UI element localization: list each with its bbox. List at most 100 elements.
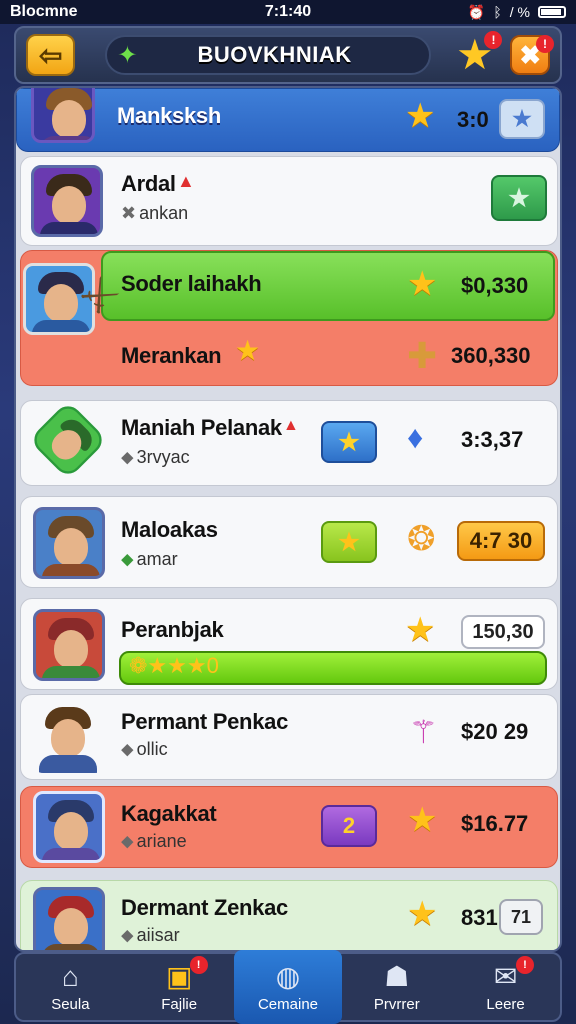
close-button[interactable]: ✖ ! — [510, 35, 554, 75]
rank-up-icon: ▲ — [283, 417, 299, 434]
player-name: Permant Penkac — [121, 709, 288, 734]
list-item[interactable]: Dermant Zenkac ⬥ aiisar ★ 831 71 — [20, 880, 558, 950]
tag-icon: ⬥ — [121, 549, 134, 569]
star-icon: ★ — [407, 801, 438, 839]
star-icon: ★ — [405, 611, 436, 649]
player-tag: ✖ ankan — [121, 203, 188, 224]
mail-icon: ✉ — [493, 960, 518, 992]
player-name: Peranbjak — [121, 617, 224, 642]
tag-icon: ⬥ — [121, 925, 134, 945]
list-item[interactable]: Kagakkat ⬥ ariane 2 ★ $16.77 — [20, 786, 558, 868]
potion-icon: ♦ — [407, 419, 424, 455]
tag-icon: ⬥ — [121, 447, 134, 467]
score-pill: 4:7 30 — [457, 521, 545, 561]
green-star-button[interactable]: ★ — [491, 175, 547, 221]
score: 150,30 — [472, 620, 534, 643]
rank-badge: 2 — [342, 813, 356, 838]
rank-up-icon: ▲ — [177, 171, 195, 191]
favorites-star-button[interactable]: ★ ! — [453, 31, 503, 77]
cross-icon: ✚ — [407, 335, 438, 376]
rank-badge-button[interactable]: 2 — [321, 805, 377, 847]
score: 3:3,37 — [461, 427, 524, 452]
list-item[interactable]: Peranbjak ★ 150,30 ❁★★★0 — [20, 598, 558, 690]
list-item[interactable]: Maloakas ⬥ amar ★ ❂ 4:7 30 — [20, 496, 558, 588]
star-icon: ★ — [338, 428, 360, 456]
player-tag: ⬥ 3rvyac — [121, 447, 190, 468]
tag-label: ariane — [136, 831, 187, 851]
tag-label: ollic — [136, 739, 168, 759]
star-icon: ★ — [407, 895, 438, 933]
star-button[interactable]: ★ — [321, 521, 377, 563]
player-name: Maloakas — [121, 517, 218, 542]
player-tag: ⬥ amar — [121, 549, 178, 570]
player-name: Dermant Zenkac — [121, 895, 288, 920]
player-tag: ⬥ ariane — [121, 831, 187, 852]
player-tag: ⬥ aiisar — [121, 925, 180, 946]
page-title: BUOVKHNIAK — [197, 42, 352, 67]
score-box: 150,30 — [461, 615, 545, 649]
notification-badge: ! — [189, 956, 208, 974]
score-box: 71 — [499, 899, 543, 935]
score: 4:7 30 — [469, 528, 533, 553]
player-name: Soder laihakh — [121, 271, 262, 296]
star-box-icon: ▣ — [165, 960, 193, 992]
arrow-left-icon: ⇦ — [38, 39, 63, 71]
bluetooth-icon: ᛒ — [493, 4, 502, 20]
clock: 7:1:40 — [264, 3, 312, 20]
list-item[interactable]: Maniah Pelanak ▲ ⬥ 3rvyac ★ ♦ 3:3,37 — [20, 400, 558, 486]
nav-fajlie[interactable]: ▣ ! Fajlie — [125, 954, 234, 1020]
score: 831 — [461, 905, 498, 930]
list-item[interactable]: Permant Penkac ⬥ ollic ⚚ $20 29 — [20, 694, 558, 780]
nav-cemaine[interactable]: ◍ Cemaine — [233, 950, 343, 1024]
tag-label: amar — [136, 549, 178, 569]
people-icon: ☗ — [384, 960, 410, 992]
battery-icon — [538, 6, 566, 18]
star-action-button[interactable]: ★ — [499, 99, 545, 139]
player-name: Ardal — [121, 171, 176, 196]
nav-label: Leere — [486, 995, 525, 1013]
avatar — [33, 609, 105, 681]
notification-badge: ! — [484, 31, 503, 49]
star-icon: ★ — [235, 335, 261, 366]
player-name: Kagakkat — [121, 801, 217, 826]
nav-home[interactable]: ⌂ Seula — [16, 954, 125, 1020]
avatar — [28, 400, 108, 480]
avatar — [33, 701, 105, 773]
fox-icon: ❂ — [407, 520, 436, 558]
player-name: Merankan — [121, 343, 222, 368]
back-button[interactable]: ⇦ — [26, 34, 76, 76]
list-item[interactable]: Ardal ▲ ✖ ankan ★ — [20, 156, 558, 246]
bottom-nav: ⌂ Seula ▣ ! Fajlie ◍ Cemaine ☗ Prvrrer ✉… — [14, 950, 562, 1024]
player-name: Maniah Pelanak — [121, 415, 282, 440]
player-tag: ⬥ ollic — [121, 739, 168, 760]
status-bar: Blocmne 7:1:40 ⏰ ᛒ / % — [0, 0, 576, 24]
nav-leere[interactable]: ✉ ! Leere — [451, 954, 560, 1020]
list-item[interactable]: ⚔ Soder laihakh ★ $0,330 Merankan ★ ✚ 36… — [20, 250, 558, 386]
avatar — [31, 165, 103, 237]
wand-icon: ⚚ — [409, 714, 438, 750]
nav-label: Cemaine — [257, 995, 318, 1013]
score-box-value: 71 — [510, 906, 532, 927]
score: $0,330 — [461, 273, 529, 298]
star-icon: ★ — [407, 265, 438, 303]
header-bar: ⇦ ✦ BUOVKHNIAK ★ ! ✖ ! — [14, 26, 562, 84]
tag-label: aiisar — [136, 925, 180, 945]
nav-label: Prvrrer — [373, 995, 420, 1013]
leaderboard-list[interactable]: Manksksh ★ 3:0 ★ Ardal ▲ ✖ ankan ★ ⚔ Sode… — [14, 86, 562, 952]
notification-badge: ! — [536, 35, 554, 53]
progress-stars: ❁★★★0 — [129, 653, 219, 678]
pinned-row[interactable]: Manksksh ★ 3:0 ★ — [16, 88, 560, 152]
tag-icon: ⬥ — [121, 739, 134, 759]
player-name: Manksksh — [117, 103, 221, 128]
nav-label: Seula — [51, 995, 90, 1013]
signal-text: / % — [509, 4, 530, 20]
notification-badge: ! — [515, 956, 534, 974]
globe-icon: ◍ — [275, 960, 301, 992]
star-icon: ★ — [338, 528, 360, 556]
avatar — [33, 507, 105, 579]
score: $16.77 — [461, 811, 529, 836]
nav-prvrrer[interactable]: ☗ Prvrrer — [342, 954, 451, 1020]
star-icon: ★ — [512, 106, 532, 131]
star-button[interactable]: ★ — [321, 421, 377, 463]
alarm-icon: ⏰ — [467, 3, 486, 20]
